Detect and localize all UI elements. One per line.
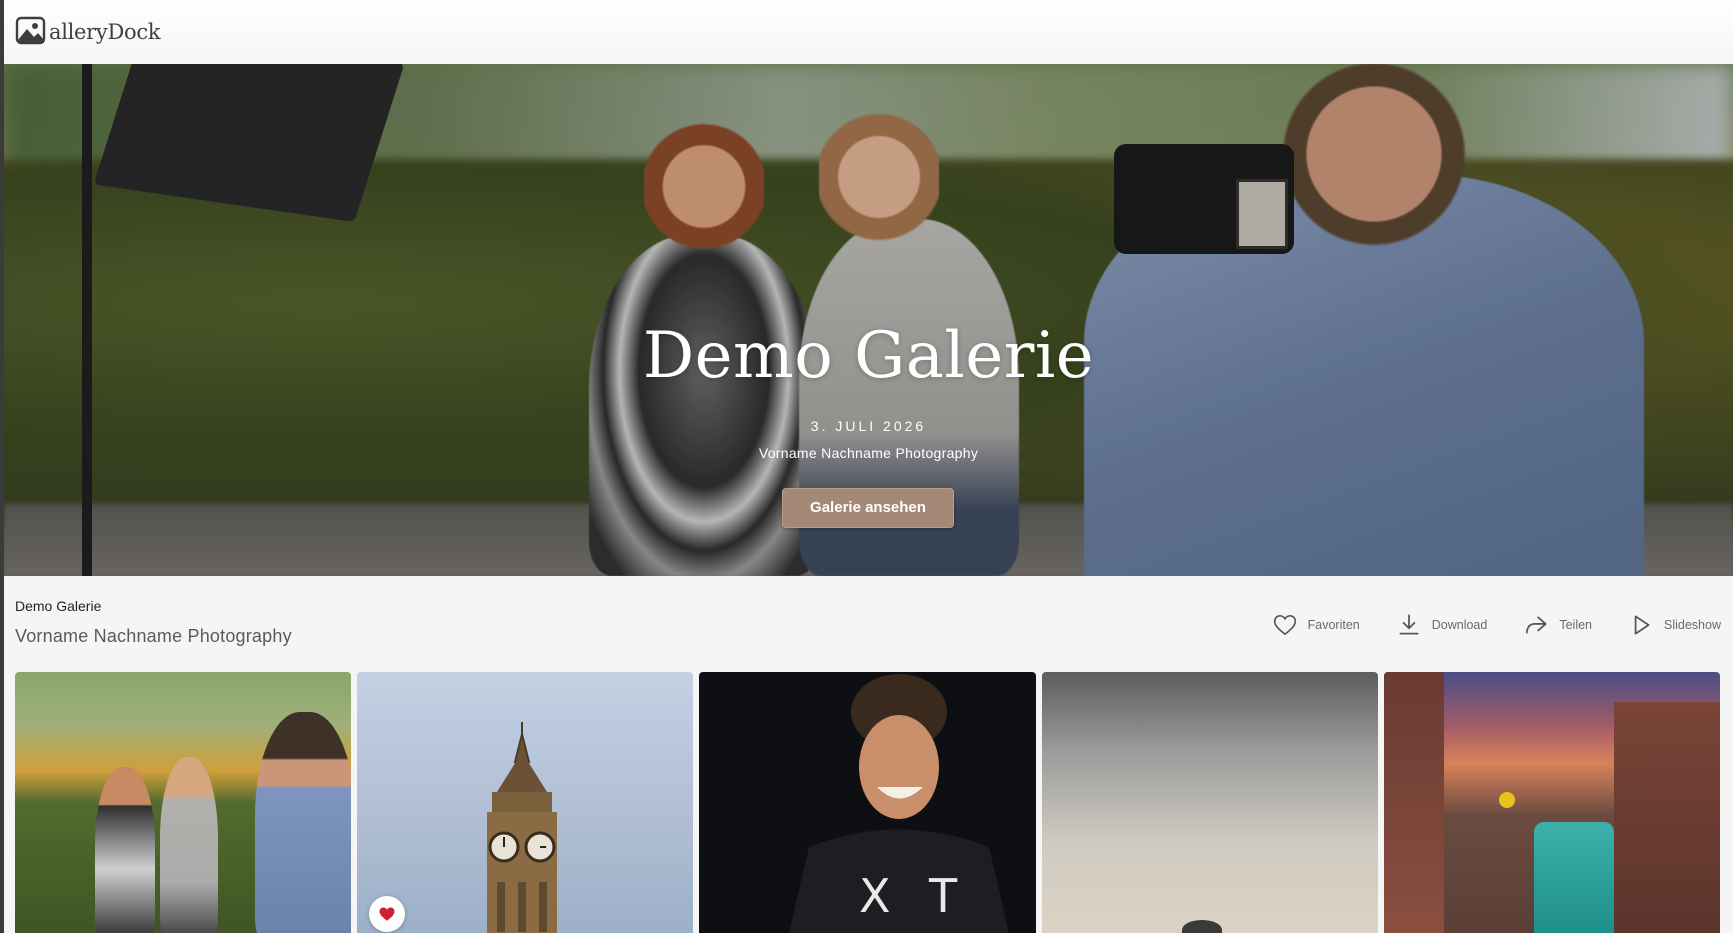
window-frame-edge	[0, 0, 4, 933]
gallery-date: 3. JULI 2026	[810, 418, 927, 434]
thumb-figure	[160, 757, 218, 933]
download-icon	[1399, 614, 1419, 635]
share-button[interactable]: Teilen	[1523, 612, 1592, 638]
thumb-figure	[255, 712, 352, 933]
building-left	[1383, 672, 1444, 933]
svg-text:T: T	[928, 869, 958, 923]
photo-thumbnail-cloudy-sky[interactable]	[1041, 672, 1378, 933]
photo-thumbnail-tram-street[interactable]	[1383, 672, 1721, 933]
view-gallery-button[interactable]: Galerie ansehen	[782, 488, 954, 528]
tram	[1533, 822, 1614, 933]
favorites-button[interactable]: Favoriten	[1272, 612, 1360, 638]
hero-cover: Demo Galerie 3. JULI 2026 Vorname Nachna…	[4, 64, 1733, 576]
photo-thumbnail-portrait[interactable]: X T	[699, 672, 1036, 933]
thumb-figure	[95, 767, 155, 933]
slideshow-label: Slideshow	[1664, 618, 1721, 632]
svg-text:X: X	[859, 869, 891, 923]
portrait-graphic: X T	[789, 674, 1010, 933]
brand-logo[interactable]: alleryDock	[15, 16, 161, 46]
slideshow-button[interactable]: Slideshow	[1628, 612, 1721, 638]
gallery-name: Demo Galerie	[15, 598, 102, 614]
hero-content: Demo Galerie 3. JULI 2026 Vorname Nachna…	[4, 64, 1733, 576]
play-icon	[1634, 615, 1650, 635]
building-right	[1613, 702, 1721, 933]
gallery-info-bar: Demo Galerie Vorname Nachname Photograph…	[4, 576, 1733, 672]
brand-name: alleryDock	[49, 20, 161, 44]
favorites-label: Favoriten	[1307, 618, 1360, 632]
download-button[interactable]: Download	[1396, 612, 1488, 638]
gallery-title: Demo Galerie	[642, 319, 1095, 393]
share-icon	[1526, 616, 1547, 634]
heart-filled-icon	[379, 907, 395, 921]
photo-thumbnail-photoshoot[interactable]	[15, 672, 352, 933]
clock-tower-graphic	[487, 722, 558, 933]
favorite-badge[interactable]	[369, 896, 406, 932]
gallery-actions: Favoriten Download Teilen Slideshow	[1272, 612, 1721, 638]
dark-shape	[1181, 920, 1222, 933]
share-label: Teilen	[1559, 618, 1593, 632]
stop-sign	[1498, 792, 1515, 808]
photographer-name: Vorname Nachname Photography	[758, 445, 979, 461]
photo-thumbnail-clock-tower[interactable]	[357, 672, 694, 933]
image-icon	[15, 16, 46, 45]
download-label: Download	[1431, 618, 1488, 632]
photo-grid: X T	[15, 672, 1721, 933]
heart-icon	[1273, 614, 1296, 636]
top-bar: alleryDock	[0, 0, 1733, 64]
studio-name: Vorname Nachname Photography	[15, 626, 292, 646]
